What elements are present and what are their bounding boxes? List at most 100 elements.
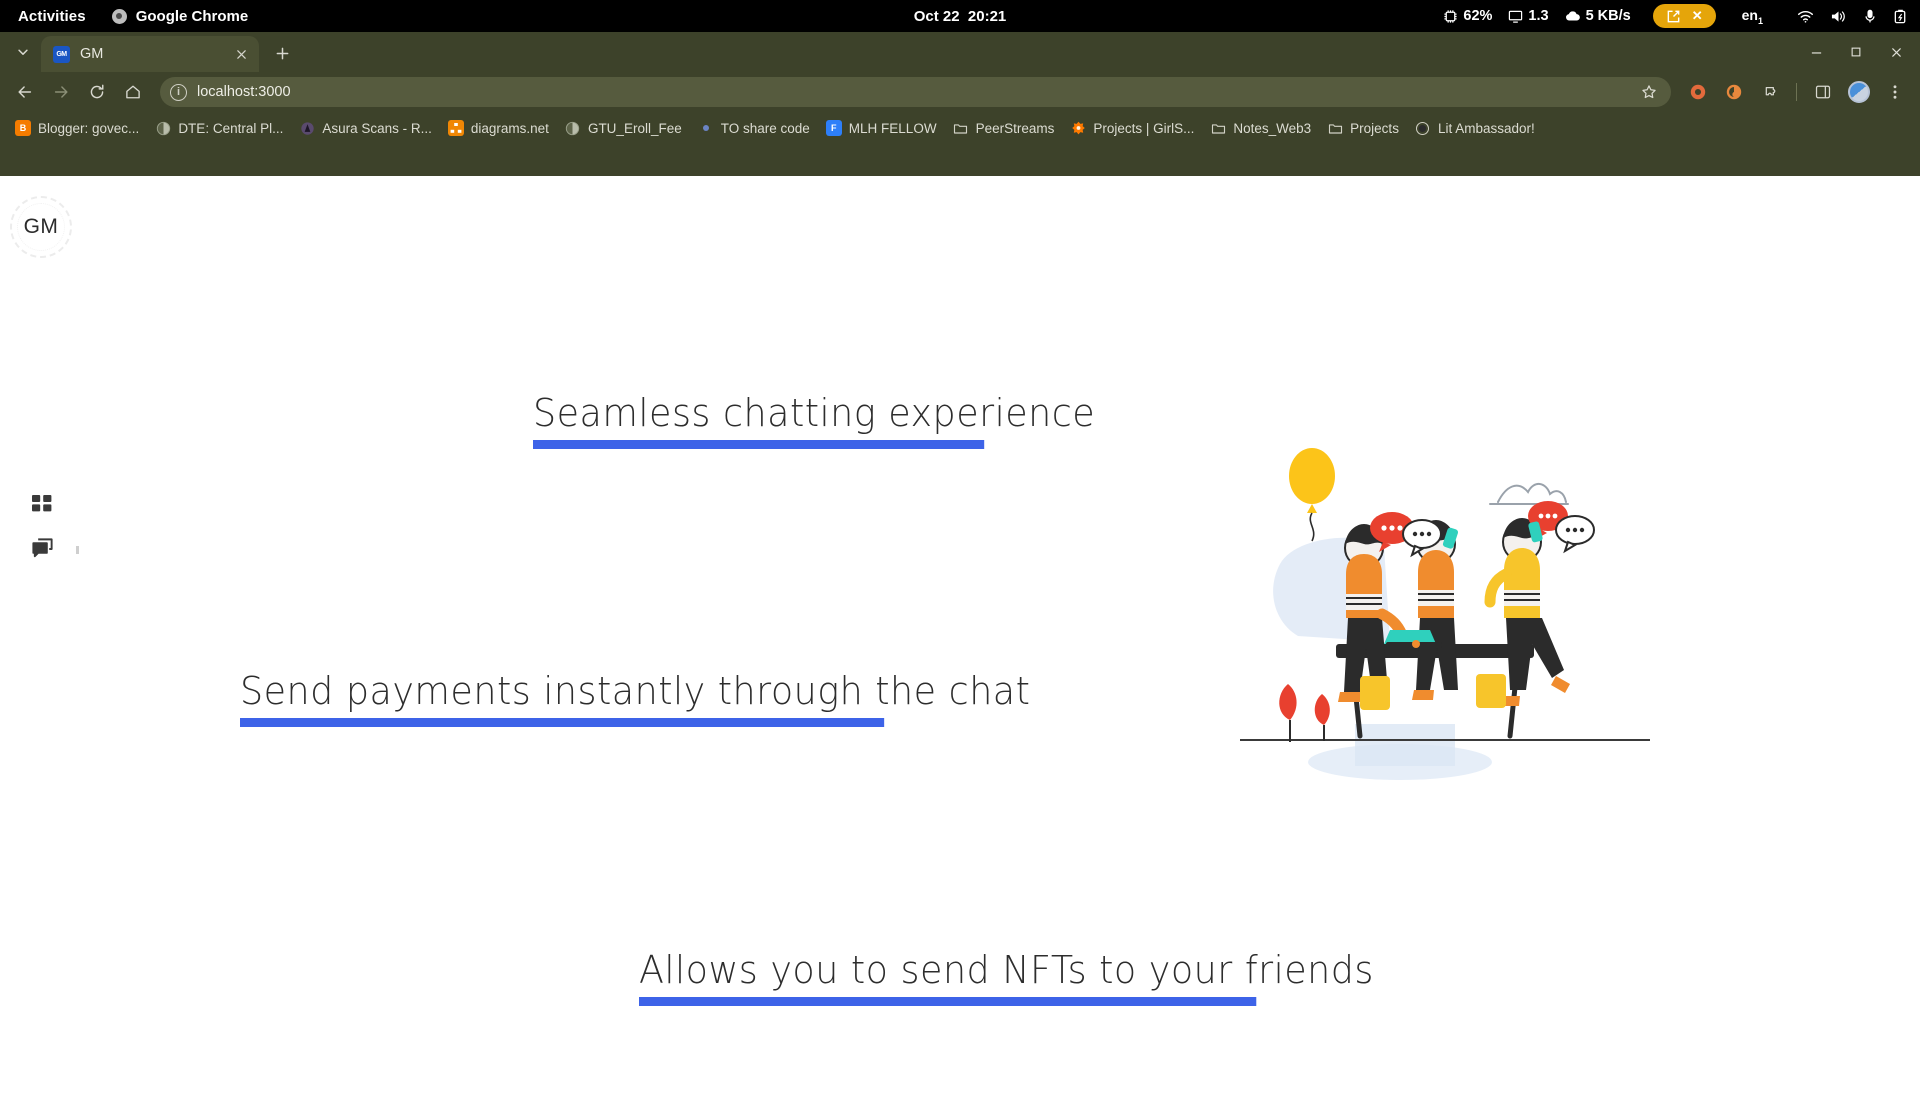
heading-underline-bar bbox=[639, 997, 1257, 1006]
app-logo[interactable]: GM bbox=[10, 196, 72, 258]
people-chatting-at-table-illustration bbox=[1240, 444, 1700, 804]
bookmarks-bar: B Blogger: govec... DTE: Central Pl... A… bbox=[0, 112, 1920, 144]
bookmark-item[interactable]: F MLH FELLOW bbox=[819, 116, 944, 140]
active-app-label: Google Chrome bbox=[135, 7, 249, 25]
window-controls bbox=[1796, 36, 1916, 68]
gnome-top-bar: Activities Google Chrome Oct 22 20:21 62… bbox=[0, 0, 1920, 32]
chrome-menu-button[interactable] bbox=[1878, 75, 1912, 109]
heading-text: Allows you to send NFTs to your friends bbox=[639, 948, 1374, 992]
minimize-button[interactable] bbox=[1796, 36, 1836, 68]
display-indicator[interactable]: 1.3 bbox=[1508, 8, 1549, 24]
diagrams-icon bbox=[447, 120, 464, 136]
memory-indicator[interactable]: 62% bbox=[1443, 8, 1492, 24]
bookmark-item[interactable]: Projects | GirlS... bbox=[1063, 116, 1201, 140]
bookmark-folder[interactable]: PeerStreams bbox=[946, 116, 1062, 140]
bookmark-folder[interactable]: Notes_Web3 bbox=[1203, 116, 1318, 140]
bookmark-label: Blogger: govec... bbox=[38, 120, 140, 136]
chrome-icon bbox=[111, 8, 127, 24]
back-button[interactable] bbox=[8, 75, 42, 109]
chevron-down-icon bbox=[18, 49, 28, 55]
forward-button[interactable] bbox=[44, 75, 78, 109]
microphone-icon bbox=[1863, 9, 1877, 24]
bookmark-label: GTU_Eroll_Fee bbox=[587, 120, 682, 136]
lit-icon bbox=[1415, 120, 1431, 136]
extension-puzzle-icon bbox=[1690, 84, 1706, 100]
plus-icon bbox=[276, 47, 288, 59]
bookmark-item[interactable]: GTU_Eroll_Fee bbox=[558, 116, 689, 140]
monitor-icon bbox=[1508, 9, 1523, 24]
tab-strip: GM GM bbox=[0, 32, 1920, 72]
side-panel-icon bbox=[1815, 85, 1831, 99]
girlscript-icon bbox=[1070, 120, 1086, 136]
tab-title: GM bbox=[80, 46, 104, 62]
cloud-download-icon bbox=[1565, 9, 1581, 24]
bookmark-item[interactable]: Lit Ambassador! bbox=[1408, 116, 1542, 140]
bookmark-item[interactable]: diagrams.net bbox=[441, 116, 556, 140]
chrome-window: GM GM i localhost:3000 B Blogger: govec.… bbox=[0, 32, 1920, 1112]
system-clock[interactable]: Oct 22 20:21 bbox=[914, 8, 1007, 25]
bookmark-label: Projects | GirlS... bbox=[1093, 120, 1195, 136]
bookmark-item[interactable]: Asura Scans - R... bbox=[292, 116, 439, 140]
profile-avatar-icon bbox=[1848, 81, 1870, 103]
heading-send-nfts: Allows you to send NFTs to your friends bbox=[639, 951, 1374, 1006]
bookmark-item[interactable]: DTE: Central Pl... bbox=[148, 116, 290, 140]
reload-button[interactable] bbox=[80, 75, 114, 109]
tab-close-button[interactable] bbox=[231, 44, 251, 64]
keyboard-layout-indicator[interactable]: en1 bbox=[1742, 7, 1763, 26]
activities-button[interactable]: Activities bbox=[18, 8, 86, 25]
browser-toolbar: i localhost:3000 bbox=[0, 72, 1920, 112]
bookmark-star-button[interactable] bbox=[1637, 80, 1661, 104]
page-viewport: GM Seamless chatting experience Send pay… bbox=[0, 176, 1920, 1112]
reload-icon bbox=[90, 84, 104, 99]
maximize-icon bbox=[1851, 47, 1861, 57]
heading-text: Send payments instantly through the chat bbox=[240, 669, 1031, 713]
bookmark-label: Projects bbox=[1350, 120, 1399, 136]
info-circle-icon[interactable]: i bbox=[170, 83, 187, 101]
sidebar-item-chat[interactable] bbox=[28, 534, 56, 562]
heading-underline-bar bbox=[240, 718, 885, 727]
screencast-close-icon[interactable]: ✕ bbox=[1692, 8, 1703, 24]
side-panel-button[interactable] bbox=[1806, 75, 1840, 109]
extension-puzzle-button[interactable] bbox=[1681, 75, 1715, 109]
system-tray: 62% 1.3 5 KB/s ✕ en1 bbox=[1427, 0, 1908, 32]
display-value: 1.3 bbox=[1528, 8, 1549, 24]
address-bar[interactable]: i localhost:3000 bbox=[160, 77, 1671, 107]
three-dot-menu-icon bbox=[1893, 85, 1897, 99]
network-speed-indicator[interactable]: 5 KB/s bbox=[1565, 8, 1631, 24]
screencast-indicator[interactable]: ✕ bbox=[1652, 4, 1716, 28]
network-speed-value: 5 KB/s bbox=[1585, 8, 1631, 24]
keyboard-layout-sub: 1 bbox=[1757, 15, 1763, 26]
home-button[interactable] bbox=[116, 75, 150, 109]
chat-bubbles-icon bbox=[31, 537, 53, 557]
memory-value: 62% bbox=[1463, 8, 1493, 24]
sidebar-item-dashboard[interactable] bbox=[28, 490, 56, 518]
new-tab-button[interactable] bbox=[267, 38, 297, 68]
toolbar-right-actions bbox=[1681, 75, 1912, 109]
asura-icon bbox=[299, 120, 315, 136]
tab-search-button[interactable] bbox=[8, 37, 38, 67]
extension-circle-button[interactable] bbox=[1717, 75, 1751, 109]
bookmark-item[interactable]: B Blogger: govec... bbox=[8, 116, 146, 140]
globe-icon bbox=[565, 120, 581, 136]
close-window-button[interactable] bbox=[1876, 36, 1916, 68]
heading-text: Seamless chatting experience bbox=[533, 391, 1096, 435]
bookmark-label: PeerStreams bbox=[975, 120, 1055, 136]
active-app-indicator[interactable]: Google Chrome bbox=[111, 7, 249, 25]
heading-underline-bar bbox=[533, 440, 985, 449]
bookmark-folder[interactable]: Projects bbox=[1320, 116, 1406, 140]
globe-icon bbox=[155, 120, 171, 136]
extensions-button[interactable] bbox=[1753, 75, 1787, 109]
maximize-button[interactable] bbox=[1836, 36, 1876, 68]
bookmark-label: Notes_Web3 bbox=[1233, 120, 1312, 136]
url-text[interactable]: localhost:3000 bbox=[197, 84, 1627, 100]
bookmark-label: Asura Scans - R... bbox=[322, 120, 432, 136]
browser-tab[interactable]: GM GM bbox=[41, 36, 259, 72]
blogger-icon: B bbox=[15, 120, 31, 136]
bookmark-item[interactable]: TO share code bbox=[691, 116, 817, 140]
wifi-icon bbox=[1797, 9, 1814, 24]
arrow-left-icon bbox=[18, 86, 32, 98]
status-menu-button[interactable] bbox=[1797, 9, 1908, 24]
screencast-icon bbox=[1666, 9, 1681, 24]
profile-button[interactable] bbox=[1842, 75, 1876, 109]
close-icon bbox=[236, 49, 246, 59]
